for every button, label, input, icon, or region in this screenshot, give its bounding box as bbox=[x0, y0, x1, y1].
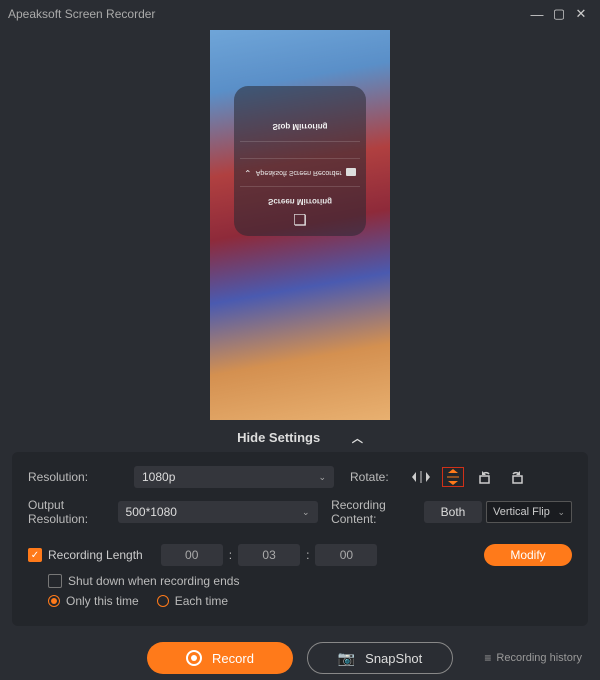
mirroring-device-row: ⌄ Apeaksoft Screen Recorder bbox=[240, 159, 360, 187]
recording-content-label: Recording Content: bbox=[331, 498, 424, 526]
maximize-button[interactable]: ▢ bbox=[548, 6, 570, 22]
hide-settings-toggle[interactable]: Hide Settings ︿ bbox=[0, 422, 600, 452]
hours-input[interactable]: 00 bbox=[161, 544, 223, 566]
rotate-left-button[interactable] bbox=[474, 467, 496, 487]
horizontal-flip-button[interactable] bbox=[410, 467, 432, 487]
chevron-down-icon: ⌄ bbox=[557, 507, 565, 518]
only-this-time-label: Only this time bbox=[66, 594, 139, 608]
each-time-radio[interactable] bbox=[157, 595, 169, 607]
mirroring-title: Screen Mirroring bbox=[240, 197, 360, 206]
resolution-value: 1080p bbox=[142, 470, 175, 484]
shutdown-checkbox[interactable] bbox=[48, 574, 62, 588]
rotate-right-button[interactable] bbox=[506, 467, 528, 487]
history-label: Recording history bbox=[496, 652, 582, 664]
snapshot-label: SnapShot bbox=[365, 651, 422, 666]
rotate-label: Rotate: bbox=[350, 470, 410, 484]
shutdown-label: Shut down when recording ends bbox=[68, 574, 239, 588]
recording-length-label: Recording Length bbox=[48, 548, 143, 562]
resolution-label: Resolution: bbox=[28, 470, 134, 484]
output-resolution-value: 500*1080 bbox=[126, 505, 177, 519]
time-colon: : bbox=[306, 548, 309, 562]
record-label: Record bbox=[212, 651, 254, 666]
bottom-bar: Record 📷 SnapShot ≡ Recording history bbox=[0, 636, 600, 680]
title-bar: Apeaksoft Screen Recorder — ▢ ✕ bbox=[0, 0, 600, 28]
mirroring-device: Apeaksoft Screen Recorder bbox=[256, 169, 342, 176]
modify-button[interactable]: Modify bbox=[484, 544, 572, 566]
record-button[interactable]: Record bbox=[147, 642, 293, 674]
chevron-down-icon: ⌄ bbox=[318, 472, 326, 483]
snapshot-button[interactable]: 📷 SnapShot bbox=[307, 642, 453, 674]
tooltip-text: Vertical Flip bbox=[493, 506, 550, 518]
stop-mirroring: Stop Mirroring bbox=[240, 122, 360, 142]
app-title: Apeaksoft Screen Recorder bbox=[8, 7, 155, 21]
history-icon: ≡ bbox=[484, 651, 491, 665]
recording-history-link[interactable]: ≡ Recording history bbox=[484, 651, 582, 665]
recording-length-checkbox[interactable]: ✓ bbox=[28, 548, 42, 562]
close-button[interactable]: ✕ bbox=[570, 6, 592, 22]
seconds-input[interactable]: 00 bbox=[315, 544, 377, 566]
record-icon bbox=[186, 650, 202, 666]
output-resolution-select[interactable]: 500*1080 ⌄ bbox=[118, 501, 318, 523]
mirroring-panel: ❐ Screen Mirroring ⌄ Apeaksoft Screen Re… bbox=[234, 86, 366, 236]
minimize-button[interactable]: — bbox=[526, 7, 548, 22]
chevron-down-icon: ⌄ bbox=[302, 507, 310, 518]
cast-icon: ❐ bbox=[240, 210, 360, 228]
hide-settings-label: Hide Settings bbox=[237, 430, 320, 445]
camera-icon: 📷 bbox=[338, 650, 355, 667]
chevron-up-icon: ︿ bbox=[352, 430, 363, 446]
vertical-flip-button[interactable] bbox=[442, 467, 464, 487]
settings-panel: Resolution: 1080p ⌄ Rotate: Output Resol… bbox=[12, 452, 588, 626]
rotate-buttons bbox=[410, 467, 528, 487]
mirrored-screen-preview: ❐ Screen Mirroring ⌄ Apeaksoft Screen Re… bbox=[0, 28, 600, 422]
only-this-time-radio[interactable] bbox=[48, 595, 60, 607]
output-resolution-label: Output Resolution: bbox=[28, 498, 118, 526]
vertical-flip-tooltip: Vertical Flip ⌄ bbox=[486, 501, 572, 523]
resolution-select[interactable]: 1080p ⌄ bbox=[134, 466, 334, 488]
recording-content-value: Both bbox=[441, 505, 466, 519]
each-time-label: Each time bbox=[175, 594, 228, 608]
phone-preview: ❐ Screen Mirroring ⌄ Apeaksoft Screen Re… bbox=[210, 30, 390, 420]
minutes-input[interactable]: 03 bbox=[238, 544, 300, 566]
recording-content-select[interactable]: Both bbox=[424, 501, 482, 523]
time-colon: : bbox=[229, 548, 232, 562]
